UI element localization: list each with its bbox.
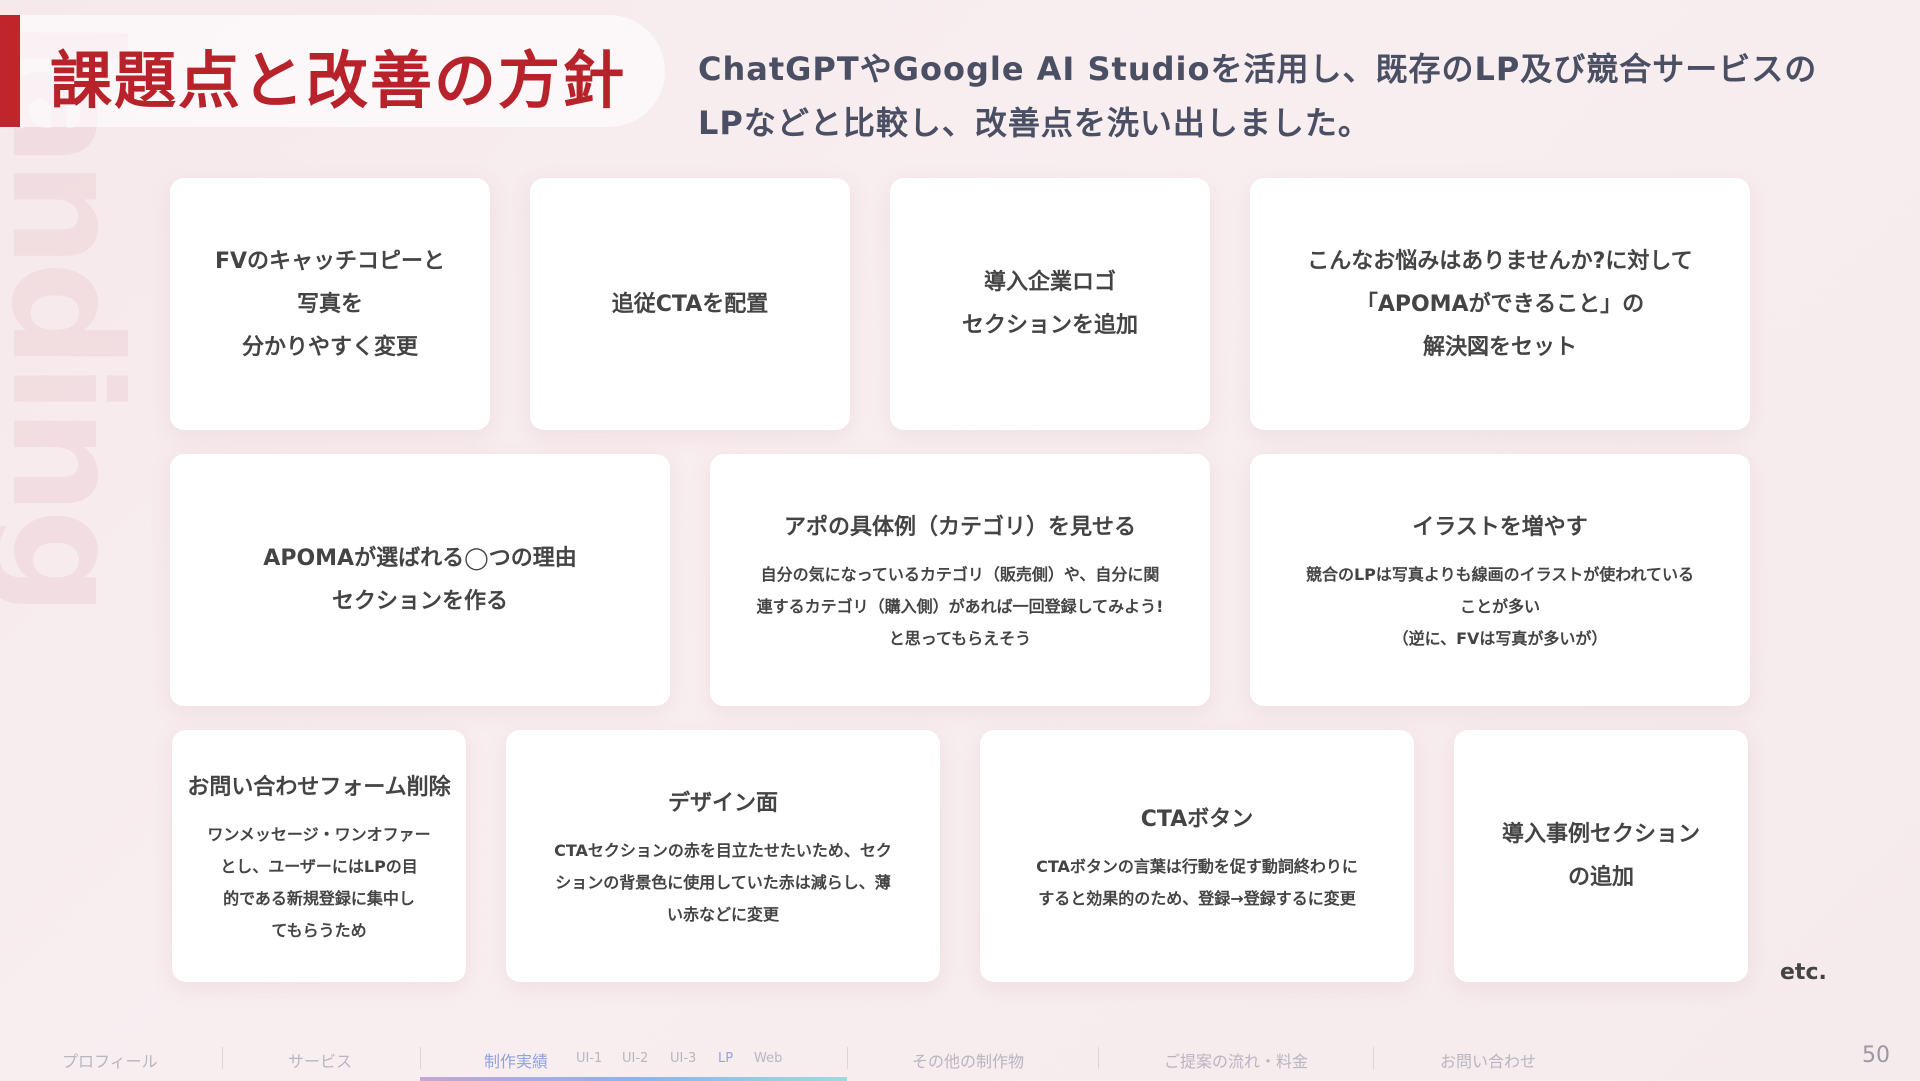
card-title: FVのキャッチコピーと 写真を 分かりやすく変更 — [214, 248, 446, 360]
card-title: こんなお悩みはありませんか?に対して 「APOMAができること」の 解決図をセッ… — [1307, 248, 1693, 360]
card-description: 自分の気になっているカテゴリ（販売側）や、自分に関 連するカテゴリ（購入側）があ… — [756, 564, 1164, 648]
card-title: お問い合わせフォーム削除 — [187, 774, 451, 800]
nav-divider — [222, 1047, 223, 1069]
card-description: ワンメッセージ・ワンオファー とし、ユーザーにはLPの目 的である新規登録に集中… — [207, 824, 431, 940]
bottom-navigation: プロフィール サービス 制作実績 UI-1 UI-2 UI-3 LP Web そ… — [0, 1040, 1920, 1081]
nav-subitem-lp[interactable]: LP — [718, 1051, 733, 1066]
page-subtitle: ChatGPTやGoogle AI Studioを活用し、既存のLP及び競合サー… — [698, 50, 1818, 142]
nav-item-profile[interactable]: プロフィール — [62, 1048, 158, 1072]
nav-item-contact[interactable]: お問い合わせ — [1440, 1048, 1536, 1072]
card-description: CTAセクションの赤を目立たせたいため、セク ションの背景色に使用していた赤は減… — [554, 840, 892, 924]
card-description: 競合のLPは写真よりも線画のイラストが使われている ことが多い （逆に、FVは写… — [1305, 564, 1694, 648]
nav-subitem-web[interactable]: Web — [754, 1051, 782, 1066]
card-remove-contact-form: お問い合わせフォーム削除 ワンメッセージ・ワンオファー とし、ユーザーにはLPの… — [172, 730, 466, 982]
card-title: 導入企業ロゴ セクションを追加 — [961, 270, 1138, 338]
nav-active-underline — [420, 1077, 847, 1081]
etc-label: etc. — [1780, 960, 1827, 985]
card-solution-diagram: こんなお悩みはありませんか?に対して 「APOMAができること」の 解決図をセッ… — [1250, 178, 1750, 430]
page-title: 課題点と改善の方針 — [50, 44, 627, 117]
card-category-examples: アポの具体例（カテゴリ）を見せる 自分の気になっているカテゴリ（販売側）や、自分… — [710, 454, 1210, 706]
card-title: アポの具体例（カテゴリ）を見せる — [783, 514, 1136, 540]
page-number: 50 — [1862, 1043, 1890, 1068]
card-more-illustrations: イラストを増やす 競合のLPは写真よりも線画のイラストが使われている ことが多い… — [1250, 454, 1750, 706]
nav-divider — [1373, 1047, 1374, 1069]
card-title: デザイン面 — [667, 790, 778, 816]
card-title: イラストを増やす — [1412, 514, 1588, 540]
card-cta-button: CTAボタン CTAボタンの言葉は行動を促す動詞終わりに すると効果的のため、登… — [980, 730, 1414, 982]
card-case-studies: 導入事例セクション の追加 — [1454, 730, 1748, 982]
nav-item-works[interactable]: 制作実績 — [484, 1048, 548, 1072]
nav-subitem-ui3[interactable]: UI-3 — [670, 1051, 696, 1066]
card-reasons-section: APOMAが選ばれる◯つの理由 セクションを作る — [170, 454, 670, 706]
nav-divider — [847, 1047, 848, 1069]
card-sticky-cta: 追従CTAを配置 — [530, 178, 850, 430]
nav-divider — [1098, 1047, 1099, 1069]
card-client-logos: 導入企業ロゴ セクションを追加 — [890, 178, 1210, 430]
nav-subitem-ui1[interactable]: UI-1 — [576, 1051, 602, 1066]
card-title: 追従CTAを配置 — [611, 291, 769, 317]
nav-item-other-works[interactable]: その他の制作物 — [912, 1048, 1024, 1072]
card-design: デザイン面 CTAセクションの赤を目立たせたいため、セク ションの背景色に使用し… — [506, 730, 940, 982]
background-watermark-text: landing page — [0, 20, 152, 611]
card-title: APOMAが選ばれる◯つの理由 セクションを作る — [263, 546, 577, 614]
nav-item-flow-pricing[interactable]: ご提案の流れ・料金 — [1164, 1048, 1308, 1072]
nav-divider — [420, 1047, 421, 1069]
card-fv-copy: FVのキャッチコピーと 写真を 分かりやすく変更 — [170, 178, 490, 430]
title-accent-bar — [0, 15, 20, 127]
nav-subitem-ui2[interactable]: UI-2 — [622, 1051, 648, 1066]
card-title: 導入事例セクション の追加 — [1501, 822, 1700, 890]
card-description: CTAボタンの言葉は行動を促す動詞終わりに すると効果的のため、登録→登録するに… — [1036, 856, 1358, 908]
nav-item-service[interactable]: サービス — [288, 1048, 352, 1072]
card-title: CTAボタン — [1140, 806, 1254, 832]
